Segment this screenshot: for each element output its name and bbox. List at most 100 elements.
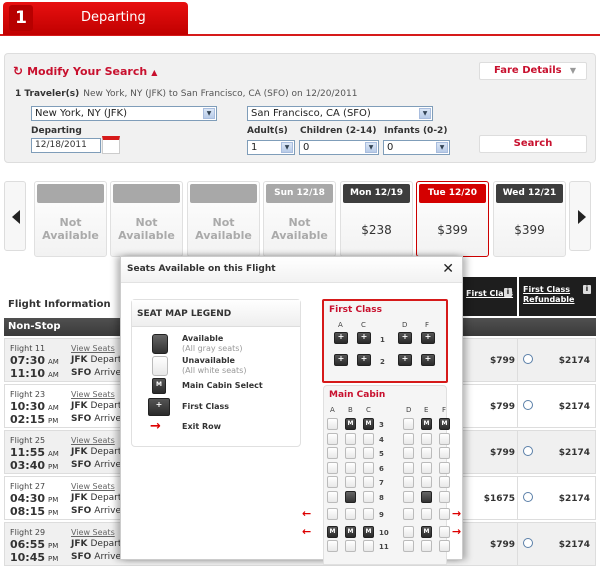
- unavailable-seat: [421, 476, 432, 488]
- date-label: Sun 12/18: [266, 184, 333, 203]
- date-option[interactable]: Wed 12/21 $399: [493, 181, 566, 257]
- first-class-seat[interactable]: +: [421, 354, 435, 366]
- unavailable-seat: [439, 490, 450, 503]
- arrival-airport: SFO Arrive: [71, 460, 121, 470]
- view-seats-link[interactable]: View Seats: [71, 528, 115, 537]
- date-option: Not Available: [34, 181, 107, 257]
- date-label: [190, 184, 257, 203]
- main-cabin-select-seat[interactable]: M: [363, 418, 374, 430]
- destination-select[interactable]: San Francisco, CA (SFO) ▼: [247, 106, 433, 121]
- exit-row-arrow-right-icon: →: [452, 524, 462, 538]
- fare-details-button[interactable]: Fare Details ▼: [479, 62, 587, 80]
- first-class-seat[interactable]: +: [334, 332, 348, 344]
- first-class-seat[interactable]: +: [421, 332, 435, 344]
- modal-title: Seats Available on this Flight: [127, 264, 276, 274]
- unavailable-seat: [345, 447, 356, 459]
- main-cabin-select-seat[interactable]: M: [363, 525, 374, 538]
- date-label: Wed 12/21: [496, 184, 563, 203]
- airport-code: JFK: [71, 447, 88, 457]
- infants-select[interactable]: 0 ▼: [383, 140, 450, 155]
- children-select[interactable]: 0 ▼: [299, 140, 379, 155]
- chevron-down-icon: ▼: [365, 142, 377, 153]
- view-seats-link[interactable]: View Seats: [71, 482, 115, 491]
- info-icon[interactable]: i: [504, 288, 512, 297]
- first-class-seat[interactable]: +: [398, 332, 412, 344]
- first-class-refundable-link[interactable]: First Class: [523, 285, 570, 294]
- refundable-link[interactable]: Refundable: [523, 295, 574, 304]
- next-dates-button[interactable]: [569, 181, 591, 251]
- first-class-seat[interactable]: +: [357, 332, 371, 344]
- unavailable-seat: [327, 461, 338, 474]
- available-seat[interactable]: [345, 490, 356, 503]
- departure-airport: JFK Depart: [71, 493, 121, 503]
- main-cabin-select-seat[interactable]: M: [345, 418, 356, 430]
- first-class-price: $799: [489, 356, 515, 366]
- unavailable-seat: [327, 476, 338, 488]
- children-label: Children (2-14): [300, 126, 377, 136]
- unavailable-seat: [421, 447, 432, 459]
- unavailable-seat: [403, 476, 414, 488]
- seat-map-modal: Seats Available on this Flight ✕ SEAT MA…: [120, 256, 463, 565]
- date-option[interactable]: Tue 12/20 $399: [416, 181, 489, 257]
- seat-row-number: 1: [380, 336, 385, 344]
- airport-text: Depart: [90, 447, 122, 457]
- unavailable-seat: [421, 508, 432, 520]
- tab-departing[interactable]: 1 Departing: [3, 2, 188, 35]
- fare-radio[interactable]: [523, 354, 533, 364]
- airport-code: SFO: [71, 460, 92, 470]
- date-option: Not Available: [187, 181, 260, 257]
- chevron-down-icon: ▼: [281, 142, 293, 153]
- fare-radio[interactable]: [523, 400, 533, 410]
- first-class-refundable-price: $2174: [558, 356, 590, 366]
- main-cabin-select-seat[interactable]: M: [421, 525, 432, 538]
- ampm: PM: [48, 509, 59, 517]
- exit-row-arrow-left-icon: ←: [302, 507, 312, 520]
- first-class-seat[interactable]: +: [334, 354, 348, 366]
- calendar-icon[interactable]: [102, 136, 120, 154]
- search-panel: ↻ Modify Your Search ▲ Fare Details ▼ 1 Tr…: [4, 53, 596, 163]
- date-price: Not Available: [118, 216, 175, 242]
- available-seat[interactable]: [421, 490, 432, 503]
- unavailable-seat: [403, 447, 414, 459]
- main-cabin-select-seat[interactable]: M: [327, 525, 338, 538]
- view-seats-link[interactable]: View Seats: [71, 390, 115, 399]
- seat-column-label: A: [330, 406, 335, 414]
- prev-dates-button[interactable]: [4, 181, 26, 251]
- route-summary: New York, NY (JFK) to San Francisco, CA …: [83, 89, 358, 99]
- unavailable-seat: [403, 525, 414, 538]
- airport-text: Depart: [90, 401, 122, 411]
- first-class-seat-icon: +: [148, 398, 170, 416]
- main-cabin-section: Main Cabin A B C D E F M M M M 3 4 5 6 7 8 9 ← → M M M M 10 ← → 11: [302, 385, 461, 565]
- fare-radio[interactable]: [523, 492, 533, 502]
- close-icon[interactable]: ✕: [442, 261, 454, 277]
- view-seats-link[interactable]: View Seats: [71, 344, 115, 353]
- main-cabin-select-seat[interactable]: M: [345, 525, 356, 538]
- fare-radio[interactable]: [523, 446, 533, 456]
- fare-radio[interactable]: [523, 538, 533, 548]
- unavailable-seat: [345, 476, 356, 488]
- first-class-seat[interactable]: +: [357, 354, 371, 366]
- date-option[interactable]: Mon 12/19 $238: [340, 181, 413, 257]
- first-class-seat[interactable]: +: [398, 354, 412, 366]
- view-seats-link[interactable]: View Seats: [71, 436, 115, 445]
- ampm: AM: [48, 371, 59, 379]
- date-label: Mon 12/19: [343, 184, 410, 203]
- search-button[interactable]: Search: [479, 135, 587, 153]
- seat-column-label: D: [406, 406, 412, 414]
- departure-time: 04:30 PM: [10, 492, 58, 505]
- column-divider: [517, 385, 518, 427]
- main-cabin-select-seat[interactable]: M: [439, 418, 450, 430]
- modify-search-toggle[interactable]: ↻ Modify Your Search ▲: [13, 64, 157, 78]
- date-price: $399: [514, 223, 545, 237]
- main-cabin-select-seat[interactable]: M: [421, 418, 432, 430]
- chevron-down-icon: ▼: [203, 108, 215, 119]
- origin-select[interactable]: New York, NY (JFK) ▼: [31, 106, 217, 121]
- info-icon[interactable]: i: [583, 285, 591, 294]
- departing-date-input[interactable]: 12/18/2011: [31, 138, 101, 153]
- unavailable-seat: [403, 432, 414, 445]
- unavailable-seat: [345, 461, 356, 474]
- arrow-right-icon: [578, 210, 586, 224]
- departure-time: 11:55 AM: [10, 446, 59, 459]
- unavailable-seat: [439, 525, 450, 538]
- adults-select[interactable]: 1 ▼: [247, 140, 295, 155]
